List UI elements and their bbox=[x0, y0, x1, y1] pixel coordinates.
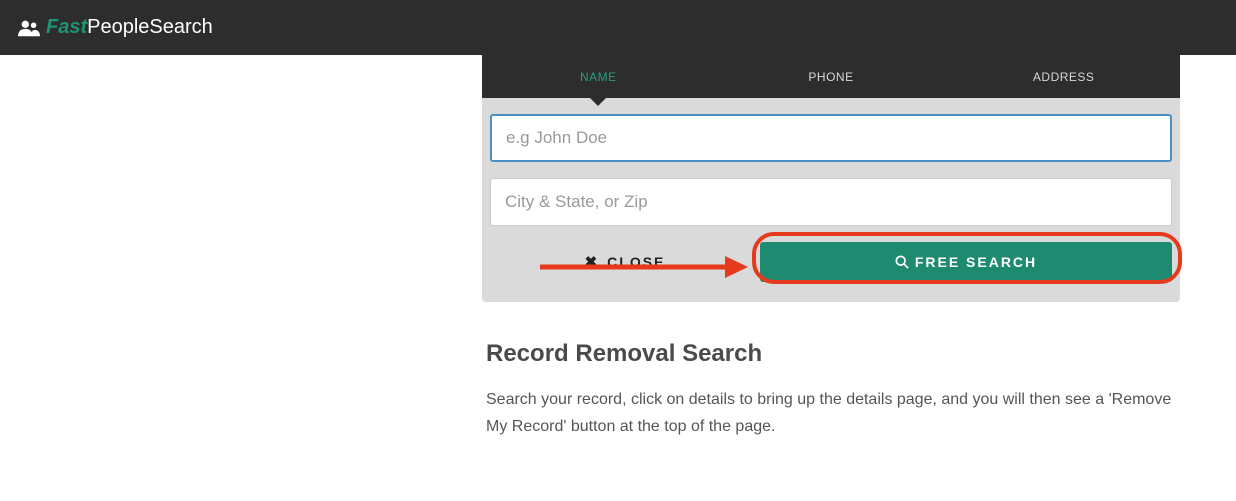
logo-text: FastPeopleSearch bbox=[46, 16, 213, 39]
search-tabs: NAME PHONE ADDRESS bbox=[482, 55, 1180, 98]
logo-rest: PeopleSearch bbox=[87, 16, 213, 38]
close-button[interactable]: ✖ CLOSE bbox=[490, 253, 760, 271]
logo-fast: Fast bbox=[46, 16, 87, 38]
people-icon bbox=[18, 19, 40, 37]
name-input[interactable] bbox=[490, 114, 1172, 162]
tab-phone[interactable]: PHONE bbox=[715, 55, 948, 98]
content-body: Search your record, click on details to … bbox=[486, 386, 1176, 440]
form-actions: ✖ CLOSE FREE SEARCH bbox=[490, 242, 1172, 294]
free-search-button[interactable]: FREE SEARCH bbox=[760, 242, 1172, 282]
search-panel: NAME PHONE ADDRESS ✖ CLOSE FREE SEARCH bbox=[482, 55, 1180, 302]
search-form: ✖ CLOSE FREE SEARCH bbox=[482, 98, 1180, 302]
search-button-wrap: FREE SEARCH bbox=[760, 242, 1172, 282]
content-heading: Record Removal Search bbox=[486, 340, 1176, 368]
location-input[interactable] bbox=[490, 178, 1172, 226]
tab-address[interactable]: ADDRESS bbox=[947, 55, 1180, 98]
content-section: Record Removal Search Search your record… bbox=[486, 340, 1176, 440]
close-icon: ✖ bbox=[585, 253, 600, 271]
search-button-label: FREE SEARCH bbox=[915, 254, 1037, 270]
search-icon bbox=[895, 255, 909, 269]
close-label: CLOSE bbox=[607, 254, 665, 270]
tab-name[interactable]: NAME bbox=[482, 55, 715, 98]
site-logo[interactable]: FastPeopleSearch bbox=[18, 16, 213, 39]
site-header: FastPeopleSearch bbox=[0, 0, 1236, 55]
